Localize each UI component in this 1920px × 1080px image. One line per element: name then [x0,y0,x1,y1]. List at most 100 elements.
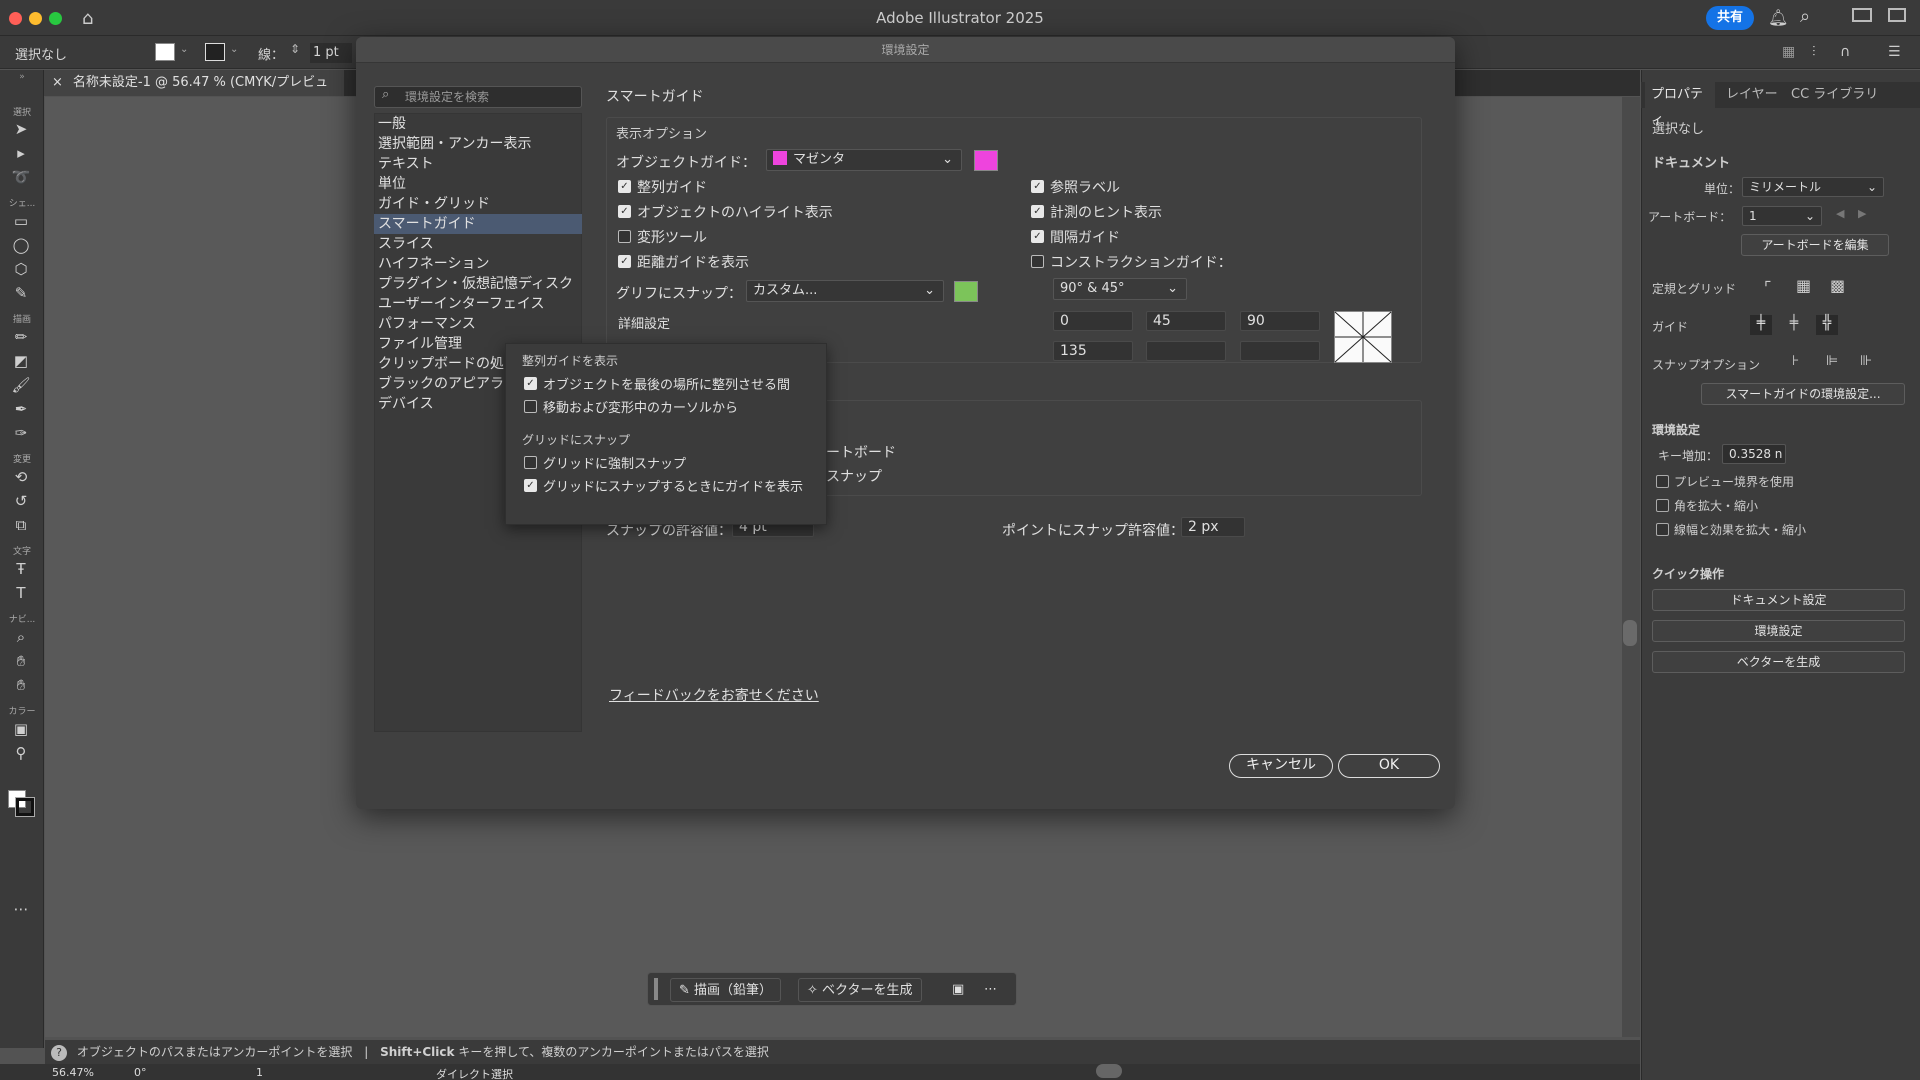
document-tab[interactable]: ×名称未設定-1 @ 56.47 % (CMYK/プレビュー) [44,70,344,116]
type-tool-icon[interactable]: T [10,584,32,602]
stroke-weight-input[interactable]: 1 pt [310,43,352,63]
brush-tool-icon[interactable]: 🖌︎ [10,376,32,394]
width-tool-icon[interactable]: ⟲ [10,468,32,486]
ruler-icon[interactable]: ⌜ [1764,278,1772,297]
angle-input-6[interactable] [1240,341,1320,361]
more-options-icon[interactable]: ⋯ [976,978,1005,1002]
tab-layers[interactable]: レイヤー [1726,82,1778,108]
angle-input-1[interactable]: 0 [1053,311,1133,331]
stepper-icon[interactable]: ⇕ [290,42,300,56]
option-checkbox[interactable]: ✓ [618,255,631,268]
chevron-down-icon[interactable]: ⌄ [230,44,238,55]
distribute-icon[interactable]: ⫶ [1812,44,1816,60]
glyph-snap-select[interactable]: カスタム... ⌄ [746,280,944,302]
category-item[interactable]: 単位 [378,174,582,194]
object-guide-select[interactable]: マゼンタ ⌄ [766,149,962,171]
option-checkbox[interactable] [524,456,537,469]
preferences-button[interactable]: 環境設定 [1652,620,1905,642]
angle-input-4[interactable]: 135 [1053,341,1133,361]
eyedropper-tool-icon[interactable]: ⚲ [10,744,32,762]
feedback-link[interactable]: フィードバックをお寄せください [609,685,819,705]
option-checkbox[interactable] [618,230,631,243]
category-item[interactable]: ユーザーインターフェイス [378,294,582,314]
category-item[interactable]: ハイフネーション [378,254,582,274]
touch-type-tool-icon[interactable]: Ŧ [10,560,32,578]
generate-vector-float-button[interactable]: ✧ ベクターを生成 [798,978,922,1002]
image-icon[interactable]: ▣ [944,978,972,1002]
category-item[interactable]: 選択範囲・アンカー表示 [378,134,582,154]
scale-corners-checkbox[interactable] [1656,499,1669,512]
cancel-button[interactable]: キャンセル [1229,754,1333,778]
rotation-value[interactable]: 0° [134,1066,147,1079]
shaper-tool-icon[interactable]: ✎ [10,284,32,302]
snap-point-icon[interactable]: ⊦ [1792,353,1799,369]
panel-toggle-icon[interactable] [1888,8,1906,22]
tab-cc-libraries[interactable]: CC ライブラリ [1791,82,1878,108]
prev-artboard-icon[interactable]: ◀ [1836,207,1844,220]
option-checkbox[interactable]: ✓ [1031,180,1044,193]
draw-pencil-button[interactable]: ✎ 描画（鉛筆） [670,978,782,1002]
snap-grid-icon[interactable]: ⊫ [1826,353,1838,369]
preview-bounds-checkbox[interactable] [1656,475,1669,488]
option-checkbox[interactable]: ✓ [618,180,631,193]
rotate-view-tool-icon[interactable]: ✋︎ [10,676,32,694]
more-tools-icon[interactable]: ⋯ [10,900,32,918]
artboard-number[interactable]: 1 [256,1066,263,1079]
stroke-color-swatch[interactable] [15,797,35,817]
ok-button[interactable]: OK [1338,754,1440,778]
polygon-tool-icon[interactable]: ⬡ [10,260,32,278]
option-checkbox[interactable] [1031,255,1044,268]
gradient-tool-icon[interactable]: ▣ [10,720,32,738]
share-button[interactable]: 共有 [1706,6,1754,30]
eraser-tool-icon[interactable]: ◩ [10,352,32,370]
zoom-level[interactable]: 56.47% [52,1066,94,1079]
show-guides-icon[interactable]: ╪ [1750,315,1772,335]
direct-selection-tool-icon[interactable]: ▸ [10,144,32,162]
pen-tool-icon[interactable]: ✒ [10,400,32,418]
option-checkbox[interactable]: ✓ [524,377,537,390]
artboard-select[interactable]: 1 ⌄ [1742,206,1822,226]
menu-icon[interactable]: ☰ [1888,44,1901,60]
close-tab-icon[interactable]: × [52,75,63,90]
document-setup-button[interactable]: ドキュメント設定 [1652,589,1905,611]
lock-guides-icon[interactable]: ╪ [1783,315,1805,335]
angle-input-2[interactable]: 45 [1146,311,1226,331]
point-snap-input[interactable]: 2 px [1181,517,1245,537]
category-item[interactable]: スマートガイド [374,214,582,234]
option-checkbox[interactable]: ✓ [1031,230,1044,243]
edit-artboard-button[interactable]: アートボードを編集 [1741,234,1889,256]
angle-input-5[interactable] [1146,341,1226,361]
align-icon[interactable]: ▦ [1782,44,1795,60]
horizontal-scroll-thumb[interactable] [1096,1064,1122,1078]
chevron-down-icon[interactable]: ⌄ [180,44,188,55]
collapse-icon[interactable]: » [0,72,44,82]
lasso-tool-icon[interactable]: ➰ [10,168,32,186]
pencil-tool-icon[interactable]: ✏ [10,328,32,346]
option-checkbox[interactable] [524,400,537,413]
arc-icon[interactable]: ∩ [1840,44,1850,60]
search-icon[interactable]: ⌕ [1800,6,1810,27]
zoom-tool-icon[interactable]: ⌕ [10,628,32,646]
tab-properties[interactable]: プロパティ [1645,82,1715,128]
ellipse-tool-icon[interactable]: ◯ [10,236,32,254]
category-item[interactable]: ガイド・グリッド [378,194,582,214]
stroke-swatch[interactable] [205,43,225,61]
option-checkbox[interactable]: ✓ [1031,205,1044,218]
unit-select[interactable]: ミリメートル ⌄ [1742,177,1884,197]
grid-icon[interactable]: ▦ [1796,276,1811,295]
workspace-icon[interactable] [1852,8,1872,22]
drag-handle[interactable] [654,978,658,1000]
fill-swatch[interactable] [155,43,175,61]
rotate-tool-icon[interactable]: ↺ [10,492,32,510]
curvature-tool-icon[interactable]: ✑ [10,424,32,442]
smart-guides-icon[interactable]: ╬ [1816,315,1838,335]
scale-tool-icon[interactable]: ⧉ [10,516,32,534]
category-item[interactable]: テキスト [378,154,582,174]
angle-input-3[interactable]: 90 [1240,311,1320,331]
vertical-scrollbar[interactable] [1622,97,1640,1037]
option-checkbox[interactable]: ✓ [524,479,537,492]
selection-tool-icon[interactable]: ➤ [10,120,32,138]
category-item[interactable]: スライス [378,234,582,254]
generate-vector-button[interactable]: ベクターを生成 [1652,651,1905,673]
option-checkbox[interactable]: ✓ [618,205,631,218]
